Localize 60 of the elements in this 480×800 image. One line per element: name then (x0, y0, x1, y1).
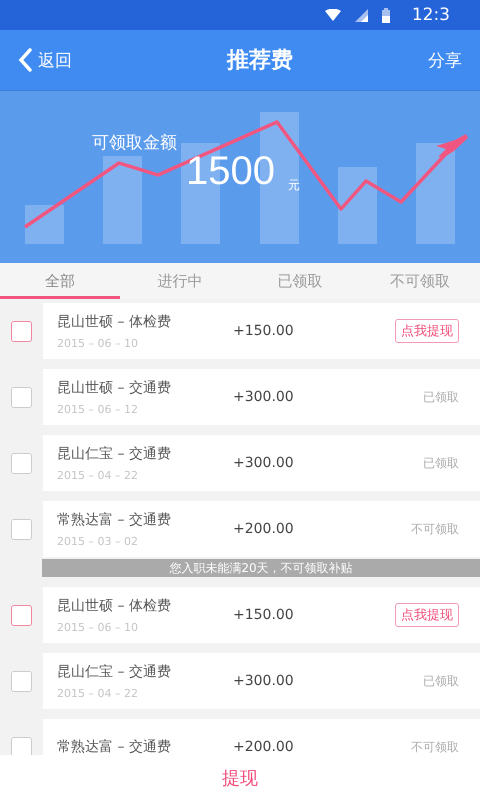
list-card[interactable]: 昆山仁宝 – 交通费 2015 – 04 – 22 +300.00 已领取 (43, 435, 480, 491)
list-card[interactable]: 常熟达富 – 交通费 +200.00 不可领取 (43, 719, 480, 755)
list-card[interactable]: 昆山世硕 – 交通费 2015 – 06 – 12 +300.00 已领取 (43, 369, 480, 425)
record-title: 昆山世硕 – 交通费 (57, 378, 172, 396)
amount-value: 1500 (186, 149, 275, 194)
chart-bar (25, 205, 64, 244)
status-label: 已领取 (423, 454, 459, 472)
signal-icon (354, 8, 368, 22)
record-title: 常熟达富 – 交通费 (57, 510, 172, 528)
record-title: 昆山世硕 – 体检费 (57, 312, 172, 330)
list-card[interactable]: 昆山世硕 – 体检费 2015 – 06 – 10 +150.00 点我提现 (43, 587, 480, 643)
chevron-left-icon (18, 48, 32, 72)
withdraw-button[interactable]: 点我提现 (395, 319, 459, 343)
back-button[interactable]: 返回 (18, 43, 72, 77)
withdraw-button[interactable]: 提现 (0, 755, 480, 800)
record-amount: +300.00 (233, 673, 295, 689)
record-date: 2015 – 06 – 10 (57, 620, 139, 634)
status-label: 不可领取 (411, 738, 459, 755)
list-card[interactable]: 昆山世硕 – 体检费 2015 – 06 – 10 +150.00 点我提现 (43, 303, 480, 359)
tab[interactable]: 全部 (0, 263, 120, 299)
record-amount: +300.00 (233, 455, 295, 471)
withdraw-button[interactable]: 点我提现 (395, 603, 459, 627)
checkbox[interactable] (11, 670, 32, 692)
tab[interactable]: 进行中 (120, 263, 240, 299)
record-amount: +300.00 (233, 389, 295, 405)
record-date: 2015 – 04 – 22 (57, 468, 139, 482)
checkbox[interactable] (11, 736, 32, 755)
amount-label: 可领取金额 (92, 132, 177, 154)
record-date: 2015 – 06 – 10 (57, 336, 139, 350)
record-amount: +150.00 (233, 323, 295, 339)
record-title: 常熟达富 – 交通费 (57, 738, 172, 755)
record-date: 2015 – 06 – 12 (57, 402, 139, 416)
checkbox[interactable] (11, 604, 32, 626)
checkbox[interactable] (11, 320, 32, 342)
wifi-icon (324, 9, 341, 21)
record-title: 昆山世硕 – 体检费 (57, 596, 172, 614)
checkbox[interactable] (11, 518, 32, 540)
currency-unit: 元 (288, 177, 300, 194)
list-card[interactable]: 常熟达富 – 交通费 2015 – 03 – 02 +200.00 不可领取 (43, 501, 480, 557)
checkbox[interactable] (11, 386, 32, 408)
tab[interactable]: 不可领取 (360, 263, 480, 299)
tab[interactable]: 已领取 (240, 263, 360, 299)
record-date: 2015 – 03 – 02 (57, 534, 139, 548)
status-label: 已领取 (423, 388, 459, 406)
page-title: 推荐费 (227, 47, 293, 75)
list-card[interactable]: 昆山仁宝 – 交通费 2015 – 04 – 22 +300.00 已领取 (43, 653, 480, 709)
status-label: 不可领取 (411, 520, 459, 538)
notice-banner: 您入职未能满20天，不可领取补贴 (42, 559, 480, 577)
record-amount: +200.00 (233, 521, 295, 537)
status-label: 已领取 (423, 672, 459, 690)
checkbox[interactable] (11, 452, 32, 474)
record-title: 昆山仁宝 – 交通费 (57, 662, 172, 680)
record-amount: +150.00 (233, 607, 295, 623)
record-amount: +200.00 (233, 739, 295, 755)
record-date: 2015 – 04 – 22 (57, 686, 139, 700)
clock-time: 12:3 (412, 5, 450, 25)
battery-icon (382, 8, 390, 22)
airplane-icon (436, 134, 468, 157)
share-button[interactable]: 分享 (428, 43, 462, 77)
record-title: 昆山仁宝 – 交通费 (57, 444, 172, 462)
